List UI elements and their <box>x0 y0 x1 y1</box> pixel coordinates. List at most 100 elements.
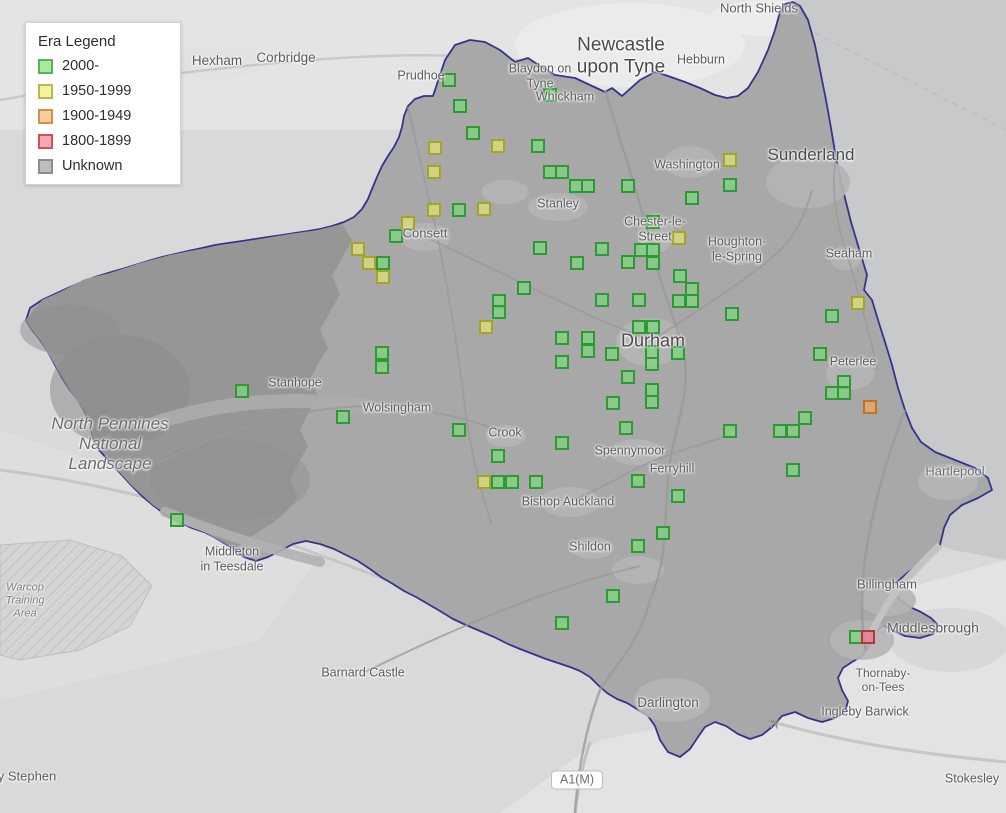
era-marker-2000[interactable] <box>632 293 646 307</box>
era-marker-2000[interactable] <box>555 165 569 179</box>
era-marker-2000[interactable] <box>813 347 827 361</box>
era-marker-2000[interactable] <box>656 526 670 540</box>
era-marker-2000[interactable] <box>376 256 390 270</box>
era-marker-2000[interactable] <box>725 307 739 321</box>
era-marker-2000[interactable] <box>723 424 737 438</box>
era-marker-2000[interactable] <box>452 423 466 437</box>
era-marker-19501999[interactable] <box>428 141 442 155</box>
era-marker-2000[interactable] <box>581 344 595 358</box>
era-marker-2000[interactable] <box>555 355 569 369</box>
era-marker-2000[interactable] <box>786 463 800 477</box>
era-marker-19501999[interactable] <box>723 153 737 167</box>
era-marker-2000[interactable] <box>646 320 660 334</box>
era-marker-19501999[interactable] <box>351 242 365 256</box>
era-marker-2000[interactable] <box>786 424 800 438</box>
era-marker-19001949[interactable] <box>863 400 877 414</box>
era-marker-2000[interactable] <box>798 411 812 425</box>
era-marker-2000[interactable] <box>555 436 569 450</box>
era-marker-2000[interactable] <box>773 424 787 438</box>
era-marker-19501999[interactable] <box>477 475 491 489</box>
era-marker-2000[interactable] <box>555 616 569 630</box>
era-marker-2000[interactable] <box>336 410 350 424</box>
era-marker-2000[interactable] <box>517 281 531 295</box>
era-marker-19501999[interactable] <box>477 202 491 216</box>
era-marker-2000[interactable] <box>646 243 660 257</box>
era-marker-2000[interactable] <box>645 395 659 409</box>
era-marker-2000[interactable] <box>235 384 249 398</box>
legend-items: 2000- 1950-1999 1900-1949 1800-1899 Unknown <box>38 58 168 174</box>
era-marker-19501999[interactable] <box>851 296 865 310</box>
legend-swatch-icon <box>38 109 53 124</box>
era-marker-2000[interactable] <box>606 589 620 603</box>
era-marker-2000[interactable] <box>621 255 635 269</box>
era-marker-2000[interactable] <box>570 256 584 270</box>
legend-item: 2000- <box>38 58 168 74</box>
legend-item: 1800-1899 <box>38 133 168 149</box>
era-marker-2000[interactable] <box>837 386 851 400</box>
era-marker-2000[interactable] <box>531 139 545 153</box>
legend-swatch-icon <box>38 134 53 149</box>
era-marker-2000[interactable] <box>170 513 184 527</box>
era-marker-2000[interactable] <box>671 346 685 360</box>
era-marker-19501999[interactable] <box>427 165 441 179</box>
era-marker-2000[interactable] <box>672 294 686 308</box>
era-marker-2000[interactable] <box>466 126 480 140</box>
era-marker-2000[interactable] <box>375 346 389 360</box>
era-marker-19501999[interactable] <box>362 256 376 270</box>
map-canvas[interactable]: ✈ North ShieldsNewcastleupon TyneHexhamC… <box>0 0 1006 813</box>
era-marker-2000[interactable] <box>631 539 645 553</box>
era-marker-2000[interactable] <box>452 203 466 217</box>
legend-swatch-icon <box>38 159 53 174</box>
era-marker-2000[interactable] <box>491 475 505 489</box>
era-marker-2000[interactable] <box>375 360 389 374</box>
era-marker-2000[interactable] <box>492 305 506 319</box>
era-marker-2000[interactable] <box>685 191 699 205</box>
era-marker-2000[interactable] <box>533 241 547 255</box>
era-marker-2000[interactable] <box>529 475 543 489</box>
era-legend: Era Legend 2000- 1950-1999 1900-1949 1800-1… <box>25 22 181 185</box>
era-marker-2000[interactable] <box>621 179 635 193</box>
legend-item: 1950-1999 <box>38 83 168 99</box>
era-marker-19501999[interactable] <box>401 216 415 230</box>
era-marker-2000[interactable] <box>389 229 403 243</box>
era-marker-2000[interactable] <box>723 178 737 192</box>
era-marker-2000[interactable] <box>453 99 467 113</box>
era-marker-2000[interactable] <box>646 256 660 270</box>
era-marker-19501999[interactable] <box>491 139 505 153</box>
era-marker-2000[interactable] <box>619 421 633 435</box>
era-marker-19501999[interactable] <box>479 320 493 334</box>
era-marker-2000[interactable] <box>671 489 685 503</box>
era-marker-2000[interactable] <box>595 242 609 256</box>
era-marker-2000[interactable] <box>673 269 687 283</box>
era-marker-2000[interactable] <box>543 88 557 102</box>
legend-item-label: Unknown <box>62 158 122 174</box>
era-marker-2000[interactable] <box>605 347 619 361</box>
era-marker-2000[interactable] <box>606 396 620 410</box>
era-marker-2000[interactable] <box>505 475 519 489</box>
era-marker-2000[interactable] <box>646 215 660 229</box>
era-marker-2000[interactable] <box>621 370 635 384</box>
era-marker-2000[interactable] <box>595 293 609 307</box>
legend-title: Era Legend <box>38 33 168 50</box>
era-marker-19501999[interactable] <box>427 203 441 217</box>
era-marker-2000[interactable] <box>581 179 595 193</box>
era-marker-2000[interactable] <box>555 331 569 345</box>
legend-swatch-icon <box>38 84 53 99</box>
era-marker-2000[interactable] <box>645 357 659 371</box>
era-marker-19501999[interactable] <box>376 270 390 284</box>
era-marker-2000[interactable] <box>631 474 645 488</box>
legend-item: 1900-1949 <box>38 108 168 124</box>
legend-item-label: 1950-1999 <box>62 83 131 99</box>
era-marker-19501999[interactable] <box>672 231 686 245</box>
era-marker-2000[interactable] <box>491 449 505 463</box>
era-marker-2000[interactable] <box>685 294 699 308</box>
era-marker-2000[interactable] <box>581 331 595 345</box>
legend-item: Unknown <box>38 158 168 174</box>
legend-swatch-icon <box>38 59 53 74</box>
road-badge-a1m: A1(M) <box>551 771 603 790</box>
era-marker-2000[interactable] <box>632 320 646 334</box>
era-marker-18001899[interactable] <box>861 630 875 644</box>
legend-item-label: 2000- <box>62 58 99 74</box>
era-marker-2000[interactable] <box>825 309 839 323</box>
era-marker-2000[interactable] <box>442 73 456 87</box>
